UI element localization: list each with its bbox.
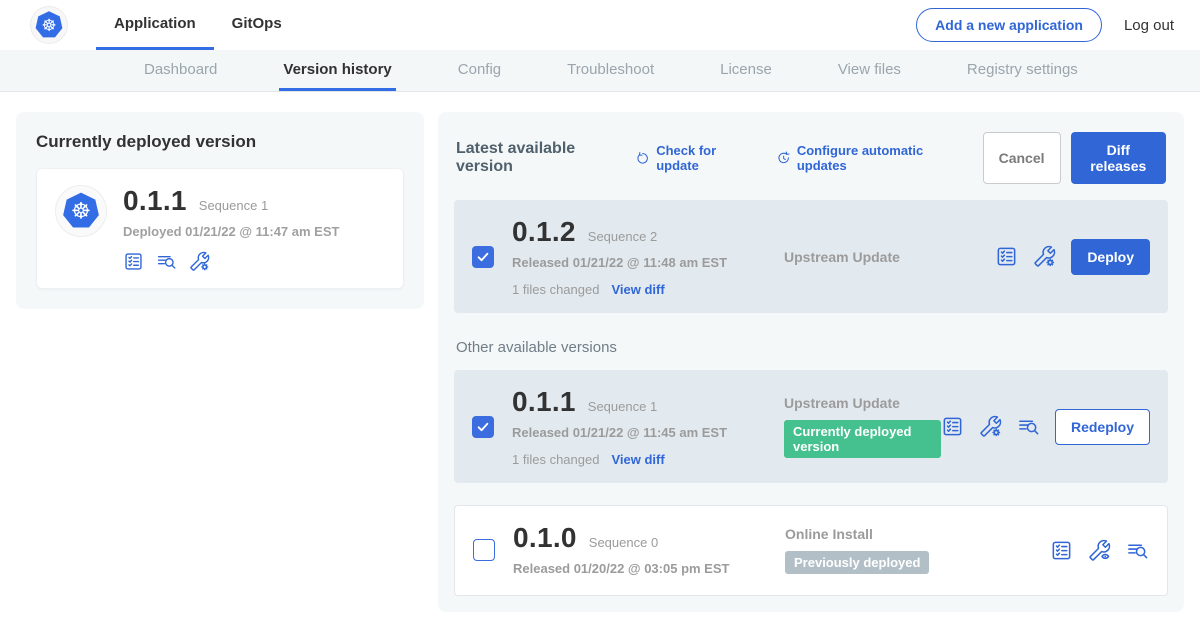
version-source: Upstream Update: [784, 395, 941, 411]
subtab-dashboard[interactable]: Dashboard: [140, 50, 221, 91]
tab-gitops[interactable]: GitOps: [214, 0, 300, 50]
kubernetes-logo: ☸: [30, 6, 68, 44]
version-source: Upstream Update: [784, 249, 995, 265]
released-timestamp: Released 01/21/22 @ 11:48 am EST: [512, 254, 742, 272]
release-notes-icon[interactable]: [995, 245, 1018, 268]
version-number: 0.1.0: [513, 522, 577, 554]
deployed-timestamp: Deployed 01/21/22 @ 11:47 am EST: [123, 224, 339, 239]
version-row-0-1-2: 0.1.2 Sequence 2 Released 01/21/22 @ 11:…: [454, 200, 1168, 313]
config-icon[interactable]: [1033, 245, 1056, 268]
sub-nav: Dashboard Version history Config Trouble…: [0, 50, 1200, 92]
version-row-0-1-0: 0.1.0 Sequence 0 Released 01/20/22 @ 03:…: [454, 505, 1168, 595]
version-sequence: Sequence 0: [589, 535, 658, 550]
previously-deployed-badge: Previously deployed: [785, 551, 929, 574]
currently-deployed-badge: Currently deployed version: [784, 420, 941, 458]
version-history-panel: Latest available version Check for updat…: [438, 112, 1184, 612]
redeploy-button[interactable]: Redeploy: [1055, 409, 1150, 445]
config-icon[interactable]: [979, 415, 1002, 438]
other-versions-title: Other available versions: [456, 339, 1166, 356]
released-timestamp: Released 01/20/22 @ 03:05 pm EST: [513, 560, 743, 578]
release-notes-icon[interactable]: [941, 415, 964, 438]
version-checkbox[interactable]: [473, 539, 495, 561]
deployed-sequence: Sequence 1: [199, 198, 268, 213]
preflight-results-icon[interactable]: [1017, 415, 1040, 438]
version-sequence: Sequence 1: [588, 399, 657, 414]
subtab-version-history[interactable]: Version history: [279, 50, 395, 91]
add-new-application-button[interactable]: Add a new application: [916, 8, 1102, 42]
subtab-view-files[interactable]: View files: [834, 50, 905, 91]
deploy-button[interactable]: Deploy: [1071, 239, 1150, 275]
release-notes-icon[interactable]: [1050, 539, 1073, 562]
preflight-results-icon[interactable]: [1126, 539, 1149, 562]
logout-link[interactable]: Log out: [1124, 17, 1174, 34]
top-nav: ☸ Application GitOps Add a new applicati…: [0, 0, 1200, 50]
release-notes-icon[interactable]: [123, 251, 144, 272]
cancel-button[interactable]: Cancel: [983, 132, 1061, 184]
subtab-troubleshoot[interactable]: Troubleshoot: [563, 50, 658, 91]
files-changed: 1 files changed: [512, 282, 599, 297]
version-number: 0.1.1: [512, 386, 576, 418]
version-checkbox[interactable]: [472, 246, 494, 268]
app-tabs: Application GitOps: [96, 0, 300, 50]
currently-deployed-title: Currently deployed version: [36, 132, 404, 152]
view-diff-link[interactable]: View diff: [611, 282, 664, 297]
main-content: Currently deployed version ☸ 0.1.1 Seque…: [0, 92, 1200, 632]
view-diff-link[interactable]: View diff: [611, 452, 664, 467]
check-for-update-link[interactable]: Check for update: [635, 143, 752, 173]
deployed-version-number: 0.1.1: [123, 185, 187, 217]
version-source: Online Install: [785, 526, 1050, 542]
configure-automatic-updates-link[interactable]: Configure automatic updates: [776, 143, 959, 173]
subtab-registry-settings[interactable]: Registry settings: [963, 50, 1082, 91]
version-number: 0.1.2: [512, 216, 576, 248]
version-checkbox[interactable]: [472, 416, 494, 438]
preflight-results-icon[interactable]: [156, 251, 177, 272]
diff-releases-button[interactable]: Diff releases: [1071, 132, 1166, 184]
currently-deployed-panel: Currently deployed version ☸ 0.1.1 Seque…: [16, 112, 424, 309]
version-sequence: Sequence 2: [588, 229, 657, 244]
released-timestamp: Released 01/21/22 @ 11:45 am EST: [512, 424, 742, 442]
svg-text:☸: ☸: [41, 15, 56, 35]
config-view-icon[interactable]: [1088, 539, 1111, 562]
kubernetes-app-icon: ☸: [55, 185, 107, 237]
svg-text:☸: ☸: [71, 199, 91, 225]
subtab-config[interactable]: Config: [454, 50, 505, 91]
config-icon[interactable]: [189, 251, 210, 272]
version-row-0-1-1: 0.1.1 Sequence 1 Released 01/21/22 @ 11:…: [454, 370, 1168, 483]
files-changed: 1 files changed: [512, 452, 599, 467]
tab-application[interactable]: Application: [96, 0, 214, 50]
latest-available-title: Latest available version: [456, 140, 619, 176]
deployed-version-card: ☸ 0.1.1 Sequence 1 Deployed 01/21/22 @ 1…: [36, 168, 404, 289]
subtab-license[interactable]: License: [716, 50, 776, 91]
